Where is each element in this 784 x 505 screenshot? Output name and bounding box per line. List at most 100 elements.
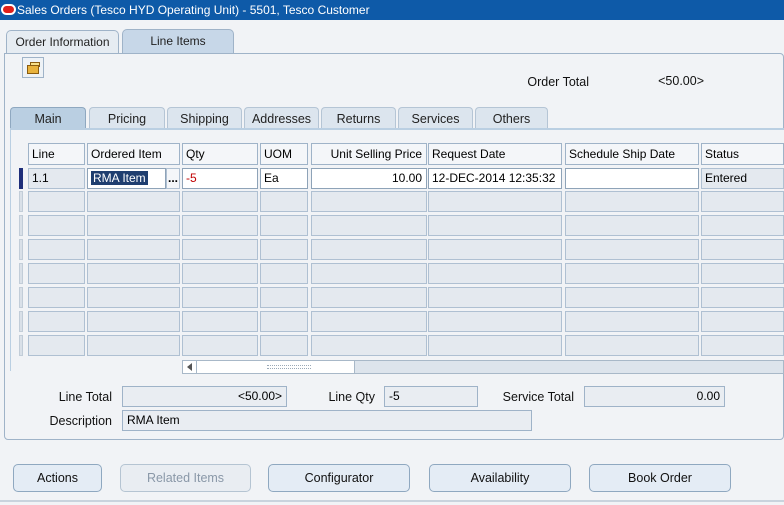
empty-cell[interactable]: [87, 263, 180, 284]
empty-cell[interactable]: [428, 239, 562, 260]
configurator-button[interactable]: Configurator: [268, 464, 410, 492]
ordered-item-lov-button[interactable]: ...: [166, 168, 180, 189]
row-current-indicator[interactable]: [19, 168, 23, 189]
empty-cell[interactable]: [701, 311, 784, 332]
line-qty-field[interactable]: -5: [384, 386, 478, 407]
empty-cell[interactable]: [701, 335, 784, 356]
actions-button[interactable]: Actions: [13, 464, 102, 492]
tab-line-items[interactable]: Line Items: [122, 29, 234, 54]
empty-cell[interactable]: [28, 191, 85, 212]
tab-pricing[interactable]: Pricing: [89, 107, 165, 129]
empty-cell[interactable]: [428, 191, 562, 212]
empty-cell[interactable]: [260, 335, 308, 356]
empty-cell[interactable]: [28, 239, 85, 260]
empty-cell[interactable]: [311, 335, 427, 356]
empty-cell[interactable]: [311, 287, 427, 308]
empty-cell[interactable]: [28, 287, 85, 308]
description-field[interactable]: RMA Item: [122, 410, 532, 431]
empty-cell[interactable]: [260, 263, 308, 284]
empty-cell[interactable]: [565, 215, 699, 236]
cell-line[interactable]: 1.1: [28, 168, 85, 189]
folder-attach-icon[interactable]: [22, 57, 44, 78]
empty-cell[interactable]: [87, 311, 180, 332]
cell-qty[interactable]: -5: [182, 168, 258, 189]
empty-cell[interactable]: [311, 215, 427, 236]
empty-cell[interactable]: [182, 311, 258, 332]
service-total-field[interactable]: 0.00: [584, 386, 725, 407]
empty-cell[interactable]: [260, 287, 308, 308]
row-indicator[interactable]: [19, 263, 23, 284]
cell-uom[interactable]: Ea: [260, 168, 308, 189]
empty-cell[interactable]: [311, 311, 427, 332]
empty-cell[interactable]: [28, 311, 85, 332]
scroll-left-arrow-icon[interactable]: [183, 361, 197, 373]
row-indicator[interactable]: [19, 311, 23, 332]
tab-main[interactable]: Main: [10, 107, 86, 129]
horizontal-scrollbar[interactable]: [182, 360, 784, 374]
cell-unit-selling-price[interactable]: 10.00: [311, 168, 427, 189]
empty-cell[interactable]: [428, 287, 562, 308]
empty-cell[interactable]: [260, 239, 308, 260]
empty-cell[interactable]: [428, 215, 562, 236]
empty-cell[interactable]: [87, 215, 180, 236]
empty-cell[interactable]: [311, 263, 427, 284]
row-indicator[interactable]: [19, 287, 23, 308]
empty-cell[interactable]: [565, 311, 699, 332]
empty-cell[interactable]: [428, 335, 562, 356]
empty-cell[interactable]: [701, 191, 784, 212]
empty-cell[interactable]: [428, 311, 562, 332]
empty-cell[interactable]: [28, 335, 85, 356]
row-indicator[interactable]: [19, 215, 23, 236]
cell-schedule-ship-date[interactable]: [565, 168, 699, 189]
cell-status[interactable]: Entered: [701, 168, 784, 189]
column-header-ordered-item: Ordered Item: [87, 143, 180, 165]
line-total-label: Line Total: [58, 390, 112, 404]
empty-cell[interactable]: [182, 215, 258, 236]
empty-cell[interactable]: [260, 311, 308, 332]
empty-cell[interactable]: [311, 239, 427, 260]
column-header-line: Line: [28, 143, 85, 165]
empty-cell[interactable]: [182, 287, 258, 308]
tab-returns[interactable]: Returns: [321, 107, 396, 129]
empty-cell[interactable]: [87, 335, 180, 356]
empty-cell[interactable]: [182, 191, 258, 212]
empty-cell[interactable]: [260, 215, 308, 236]
empty-cell[interactable]: [182, 335, 258, 356]
empty-cell[interactable]: [87, 287, 180, 308]
cell-ordered-item[interactable]: RMA Item: [87, 168, 166, 189]
related-items-button[interactable]: Related Items: [120, 464, 251, 492]
cell-request-date[interactable]: 12-DEC-2014 12:35:32: [428, 168, 562, 189]
empty-cell[interactable]: [701, 287, 784, 308]
row-indicator[interactable]: [19, 191, 23, 212]
tab-services[interactable]: Services: [398, 107, 473, 129]
row-indicator[interactable]: [19, 335, 23, 356]
empty-cell[interactable]: [182, 239, 258, 260]
empty-cell[interactable]: [565, 191, 699, 212]
empty-cell[interactable]: [260, 191, 308, 212]
empty-cell[interactable]: [701, 263, 784, 284]
empty-cell[interactable]: [87, 191, 180, 212]
empty-cell[interactable]: [182, 263, 258, 284]
row-indicator[interactable]: [19, 239, 23, 260]
oracle-icon: [1, 4, 16, 15]
empty-cell[interactable]: [28, 263, 85, 284]
empty-cell[interactable]: [428, 263, 562, 284]
empty-cell[interactable]: [87, 239, 180, 260]
column-header-unit-selling-price: Unit Selling Price: [311, 143, 427, 165]
empty-cell[interactable]: [28, 215, 85, 236]
empty-cell[interactable]: [565, 287, 699, 308]
availability-button[interactable]: Availability: [429, 464, 571, 492]
empty-cell[interactable]: [311, 191, 427, 212]
scrollbar-thumb[interactable]: [197, 361, 355, 373]
tab-order-information[interactable]: Order Information: [6, 30, 119, 54]
empty-cell[interactable]: [565, 239, 699, 260]
empty-cell[interactable]: [565, 335, 699, 356]
book-order-button[interactable]: Book Order: [589, 464, 731, 492]
empty-cell[interactable]: [701, 239, 784, 260]
tab-others[interactable]: Others: [475, 107, 548, 129]
empty-cell[interactable]: [701, 215, 784, 236]
empty-cell[interactable]: [565, 263, 699, 284]
tab-addresses[interactable]: Addresses: [244, 107, 319, 129]
tab-shipping[interactable]: Shipping: [167, 107, 242, 129]
line-total-field[interactable]: <50.00>: [122, 386, 287, 407]
